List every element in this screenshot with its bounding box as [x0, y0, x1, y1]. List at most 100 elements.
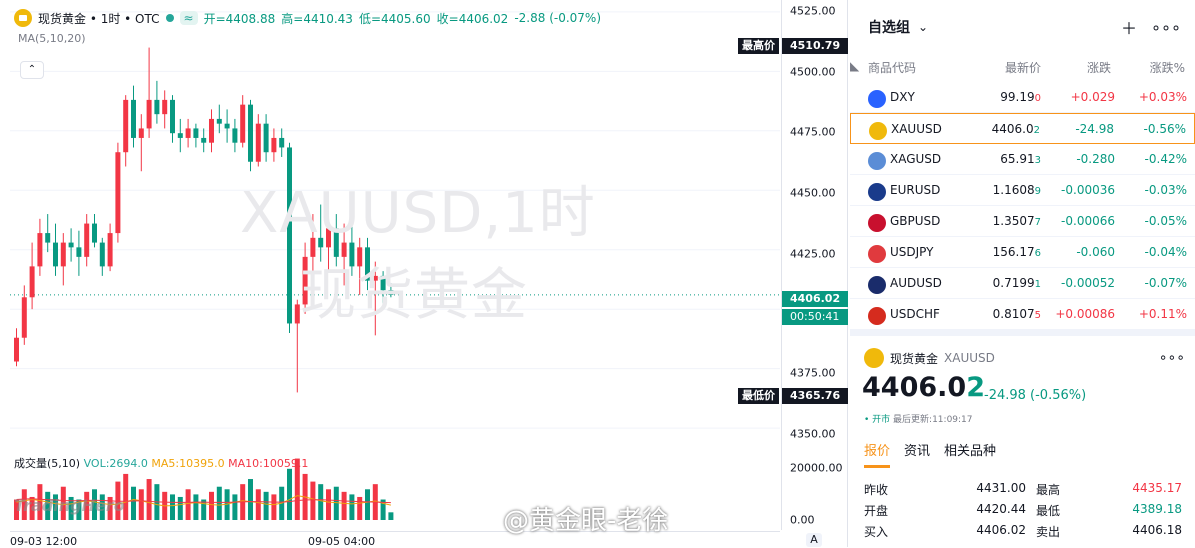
legend-low: 低=4405.60 — [358, 11, 431, 26]
candle[interactable] — [201, 128, 207, 153]
candle[interactable] — [170, 95, 175, 143]
candle[interactable] — [107, 223, 113, 272]
more-options-icon[interactable]: ∘∘∘ — [1159, 350, 1185, 366]
collapse-arrow-icon[interactable]: ◣ — [850, 59, 859, 73]
col-symbol[interactable]: 商品代码 — [868, 59, 916, 76]
candle[interactable] — [154, 80, 160, 124]
watchlist-row[interactable]: DXY 99.190 +0.029 +0.03% — [850, 82, 1195, 113]
add-symbol-plus-icon[interactable]: ＋ — [1121, 15, 1137, 39]
candle[interactable] — [99, 237, 105, 276]
row-change: +0.029 — [1070, 90, 1115, 104]
candle-body — [193, 128, 199, 138]
candle[interactable] — [45, 214, 51, 253]
candle[interactable] — [177, 118, 183, 153]
candle[interactable] — [68, 228, 74, 262]
watermark-symbol: XAUUSD,1时 — [240, 181, 596, 246]
candle[interactable] — [76, 230, 82, 276]
watchlist-row[interactable]: AUDUSD 0.71991 -0.00052 -0.07% — [850, 268, 1195, 299]
candle[interactable] — [248, 99, 253, 172]
candle[interactable] — [115, 142, 121, 243]
row-price: 0.81075 — [993, 307, 1041, 321]
watchlist-row[interactable]: XAUUSD 4406.02 -24.98 -0.56% — [850, 113, 1195, 144]
candle[interactable] — [185, 118, 191, 148]
candle-body — [209, 118, 214, 143]
tab-quote[interactable]: 报价 — [864, 440, 891, 468]
time-tick: 09-05 04:00 — [308, 535, 376, 548]
candle[interactable] — [216, 104, 222, 134]
volume-bar — [365, 489, 370, 520]
collapse-indicators-button[interactable]: ⌃ — [20, 61, 44, 79]
candle[interactable] — [232, 118, 238, 153]
candle[interactable] — [263, 114, 269, 162]
candle[interactable] — [162, 90, 168, 129]
candle[interactable] — [224, 109, 230, 143]
tab-related[interactable]: 相关品种 — [944, 440, 996, 468]
col-pct[interactable]: 涨跌% — [1150, 59, 1185, 76]
volume-bar — [209, 491, 214, 520]
candle[interactable] — [279, 128, 285, 157]
candle[interactable] — [255, 114, 261, 167]
auto-scale-button[interactable]: A — [806, 533, 822, 547]
candle[interactable] — [60, 233, 66, 286]
watchlist-row[interactable]: GBPUSD 1.35077 -0.00066 -0.05% — [850, 206, 1195, 237]
watchlist-column-headers: ◣ 商品代码 最新价 涨跌 涨跌% — [850, 56, 1195, 78]
watchlist-row[interactable]: USDJPY 156.176 -0.060 -0.04% — [850, 237, 1195, 268]
candle[interactable] — [123, 95, 129, 167]
candle[interactable] — [21, 285, 27, 345]
candle-body — [29, 266, 35, 298]
row-pct: -0.42% — [1144, 152, 1187, 166]
candle[interactable] — [84, 214, 90, 267]
watchlist-row[interactable]: XAGUSD 65.913 -0.280 -0.42% — [850, 144, 1195, 175]
low-marker-label: 最低价 — [738, 388, 779, 404]
candle[interactable] — [29, 242, 35, 310]
candle[interactable] — [37, 218, 43, 276]
ma-indicator-label[interactable]: MA(5,10,20) — [18, 32, 86, 45]
detail-name: 现货黄金 — [890, 351, 939, 366]
weibo-watermark: @黄金眼-老徐 — [503, 506, 669, 536]
price-tick: 4350.00 — [790, 427, 836, 441]
stat-value: 4420.44 — [976, 502, 1026, 516]
market-open-dot-icon — [165, 14, 174, 22]
detail-change: -24.98 (-0.56%) — [984, 388, 1087, 403]
candle[interactable] — [138, 114, 144, 172]
volume-legend[interactable]: 成交量(5,10) VOL:2694.0 MA5:10395.0 MA10:10… — [14, 455, 308, 471]
candle-body — [146, 99, 152, 129]
col-change[interactable]: 涨跌 — [1087, 59, 1111, 76]
candle[interactable] — [146, 47, 152, 138]
chart-pane[interactable]: XAUUSD,1时 现货黄金 现货黄金 • 1时 • OTC ≈ 开=4408.… — [0, 0, 848, 548]
candle-body — [170, 99, 175, 134]
watchlist-row[interactable]: EURUSD 1.16089 -0.00036 -0.03% — [850, 175, 1195, 206]
candle[interactable] — [271, 128, 277, 162]
price-tick: 4500.00 — [790, 65, 836, 79]
col-price[interactable]: 最新价 — [1005, 59, 1041, 76]
candle[interactable] — [92, 214, 97, 248]
candle[interactable] — [240, 95, 246, 148]
chevron-down-icon[interactable]: ⌄ — [918, 20, 928, 34]
row-price-main: 0.7199 — [992, 276, 1035, 290]
candle-body — [131, 99, 136, 138]
candle[interactable] — [209, 109, 214, 153]
gold-coin-icon — [14, 9, 32, 27]
candle-body — [279, 137, 285, 148]
high-marker-label: 最高价 — [738, 38, 779, 54]
candle[interactable] — [131, 85, 136, 148]
symbol-detail-panel: 现货黄金 XAUUSD ∘∘∘ 4406.02 -24.98 (-0.56%) … — [850, 330, 1195, 547]
approx-badge-icon[interactable]: ≈ — [179, 11, 198, 25]
stat-label: 开盘 — [864, 504, 889, 518]
legend-title[interactable]: 现货黄金 • 1时 • OTC — [38, 10, 160, 27]
price-axis[interactable]: 4525.00 4500.00 4475.00 4450.00 4425.00 … — [781, 0, 848, 530]
more-options-icon[interactable]: ∘∘∘ — [1151, 18, 1181, 37]
row-symbol: AUDUSD — [890, 276, 942, 290]
candle[interactable] — [193, 123, 199, 148]
stat-label: 最低 — [1036, 504, 1061, 518]
candle[interactable] — [53, 223, 58, 276]
watchlist-row[interactable]: USDCHF 0.81075 +0.00086 +0.11% — [850, 299, 1195, 330]
chart-legend: 现货黄金 • 1时 • OTC ≈ 开=4408.88 高=4410.43 低=… — [14, 9, 601, 27]
stat-value: 4406.18 — [1132, 523, 1182, 537]
low-price-label: 4365.76 — [782, 388, 848, 404]
watchlist-title[interactable]: 自选组 — [868, 17, 910, 37]
candle[interactable] — [14, 328, 19, 367]
candle-body — [162, 99, 168, 115]
volume-bar — [318, 484, 324, 520]
tab-news[interactable]: 资讯 — [904, 440, 930, 468]
